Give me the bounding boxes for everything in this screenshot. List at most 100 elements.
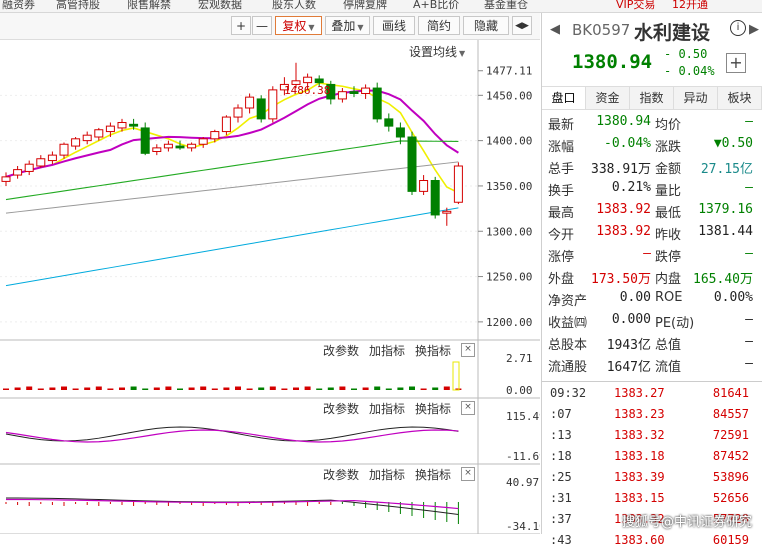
quote-label: 最低 <box>655 206 682 221</box>
add-watchlist-button[interactable]: + <box>726 53 746 73</box>
pane-close-button[interactable]: × <box>461 343 475 357</box>
top-menu-item[interactable]: 融资券 <box>2 0 35 12</box>
tick-volume: 84557 <box>712 407 749 421</box>
pane-close-button[interactable]: × <box>461 401 475 415</box>
top-menu-item[interactable]: VIP交易 <box>616 0 655 12</box>
top-menu-item[interactable]: 股东人数 <box>272 0 316 12</box>
change-params-button[interactable]: 改参数 <box>323 342 359 359</box>
next-stock-icon[interactable]: ▶ <box>749 22 759 37</box>
switch-indicator-button[interactable]: 换指标 <box>415 466 451 483</box>
tick-price: 1383.27 <box>614 386 665 400</box>
y-axis-label: 1200.00 <box>486 316 532 329</box>
pane-top-value: 2.71 <box>506 352 533 365</box>
candle[interactable] <box>372 82 382 123</box>
quote-row: 收益㈣ 0.000 PE(动) — <box>542 310 762 332</box>
top-menu-item[interactable]: 高管持股 <box>56 0 100 12</box>
current-price: 1380.94 <box>572 51 653 73</box>
quote-value: — <box>745 312 753 327</box>
candle[interactable] <box>407 131 417 195</box>
top-menu-item[interactable]: 12开通 <box>672 0 708 12</box>
tab-3[interactable]: 异动 <box>674 87 718 109</box>
tab-0[interactable]: 盘口 <box>542 87 586 109</box>
quote-label: 收益㈣ <box>548 316 588 331</box>
tick-volume: 87452 <box>712 449 749 463</box>
caret-down-icon: ▼ <box>308 23 315 32</box>
change-params-button[interactable]: 改参数 <box>323 400 359 417</box>
hide-button[interactable]: 隐藏 <box>463 16 509 35</box>
fuquan-label: 复权 <box>282 19 307 33</box>
tick-row: :18 1383.18 87452 <box>542 447 762 468</box>
y-axis-label: 1477.11 <box>486 65 532 78</box>
add-indicator-button[interactable]: 加指标 <box>369 342 405 359</box>
stock-code: BK0597 <box>572 21 631 39</box>
caret-down-icon: ▼ <box>459 49 466 58</box>
quote-row: 换手 0.21% 量比 — <box>542 178 762 200</box>
quote-value: — <box>745 246 753 261</box>
tick-row: :31 1383.15 52656 <box>542 489 762 510</box>
top-menu-item[interactable]: A+B比价 <box>413 0 459 12</box>
prev-stock-icon[interactable]: ◀ <box>550 22 560 37</box>
top-menu-item[interactable]: 限售解禁 <box>127 0 171 12</box>
zoom-in-button[interactable]: + <box>231 16 251 35</box>
quote-value: 165.40万 <box>693 272 753 287</box>
tick-price: 1383.39 <box>614 470 665 484</box>
quote-value: 1380.94 <box>596 114 651 129</box>
kline-chart[interactable]: 2.71 0.00 115.49 -11.69 40.97 -34.10 1477.11 1… <box>0 40 540 534</box>
candle[interactable] <box>430 176 440 219</box>
tick-time: :25 <box>550 470 572 484</box>
quote-header: ◀ BK0597 水利建设 i ▶ 1380.94 - 0.50 - 0.04%… <box>542 13 762 81</box>
top-menu-item[interactable]: 停牌复牌 <box>343 0 387 12</box>
candle[interactable] <box>268 86 278 123</box>
quote-label: 净资产 <box>548 294 588 309</box>
change-params-button[interactable]: 改参数 <box>323 466 359 483</box>
simple-view-button[interactable]: 简约 <box>418 16 460 35</box>
quote-panel: ◀ BK0597 水利建设 i ▶ 1380.94 - 0.50 - 0.04%… <box>541 13 762 547</box>
candle[interactable] <box>453 162 463 205</box>
switch-indicator-button[interactable]: 换指标 <box>415 342 451 359</box>
quote-label: 跌停 <box>655 250 682 265</box>
add-indicator-button[interactable]: 加指标 <box>369 400 405 417</box>
tick-time: 09:32 <box>550 386 587 400</box>
tab-2[interactable]: 指数 <box>630 87 674 109</box>
quote-value: 0.00 <box>619 290 651 305</box>
fuquan-dropdown[interactable]: 复权 ▼ <box>275 16 322 35</box>
tick-row: :25 1383.39 53896 <box>542 468 762 489</box>
tab-4[interactable]: 板块 <box>718 87 762 109</box>
quote-value: 0.00% <box>713 290 753 305</box>
quote-row: 流通股 1647亿 流值 — <box>542 354 762 376</box>
quote-value: 1647亿 <box>606 360 651 375</box>
tick-volume: 60159 <box>712 533 749 547</box>
quote-value: 0.21% <box>611 180 651 195</box>
candle[interactable] <box>256 95 266 123</box>
ma-setting-label: 设置均线 <box>409 45 458 59</box>
quote-value: — <box>745 180 753 195</box>
caret-down-icon: ▼ <box>357 23 364 32</box>
quote-row: 涨幅 -0.04% 涨跌 ▼0.50 <box>542 134 762 156</box>
top-menu-item[interactable]: 基金重仓 <box>484 0 528 12</box>
quote-label: 最新 <box>548 118 575 133</box>
pane-close-button[interactable]: × <box>461 467 475 481</box>
tick-price: 1383.15 <box>614 491 665 505</box>
pane-bottom-value: 0.00 <box>506 384 533 397</box>
info-icon[interactable]: i <box>730 20 746 36</box>
tick-volume: 81641 <box>712 386 749 400</box>
quote-row: 净资产 0.00 ROE 0.00% <box>542 288 762 310</box>
zoom-out-button[interactable]: — <box>252 16 272 35</box>
add-indicator-button[interactable]: 加指标 <box>369 466 405 483</box>
more-options-icon[interactable]: ◀▶ <box>512 16 532 35</box>
overlay-dropdown[interactable]: 叠加 ▼ <box>325 16 370 35</box>
tick-row: :13 1383.32 72591 <box>542 426 762 447</box>
quote-value: 338.91万 <box>591 162 651 177</box>
draw-line-button[interactable]: 画线 <box>373 16 415 35</box>
quote-value: — <box>745 334 753 349</box>
top-menu-item[interactable]: 宏观数据 <box>198 0 242 12</box>
tab-1[interactable]: 资金 <box>586 87 630 109</box>
quote-row: 总手 338.91万 金额 27.15亿 <box>542 156 762 178</box>
switch-indicator-button[interactable]: 换指标 <box>415 400 451 417</box>
tick-price: 1383.18 <box>614 449 665 463</box>
tick-volume: 52656 <box>712 491 749 505</box>
chart-toolbar: + — 复权 ▼ 叠加 ▼ 画线 简约 隐藏 ◀▶ <box>0 13 540 40</box>
quote-label: 流通股 <box>548 360 588 375</box>
quote-label: 均价 <box>655 118 682 133</box>
ma-setting-button[interactable]: 设置均线 ▼ <box>409 43 465 60</box>
